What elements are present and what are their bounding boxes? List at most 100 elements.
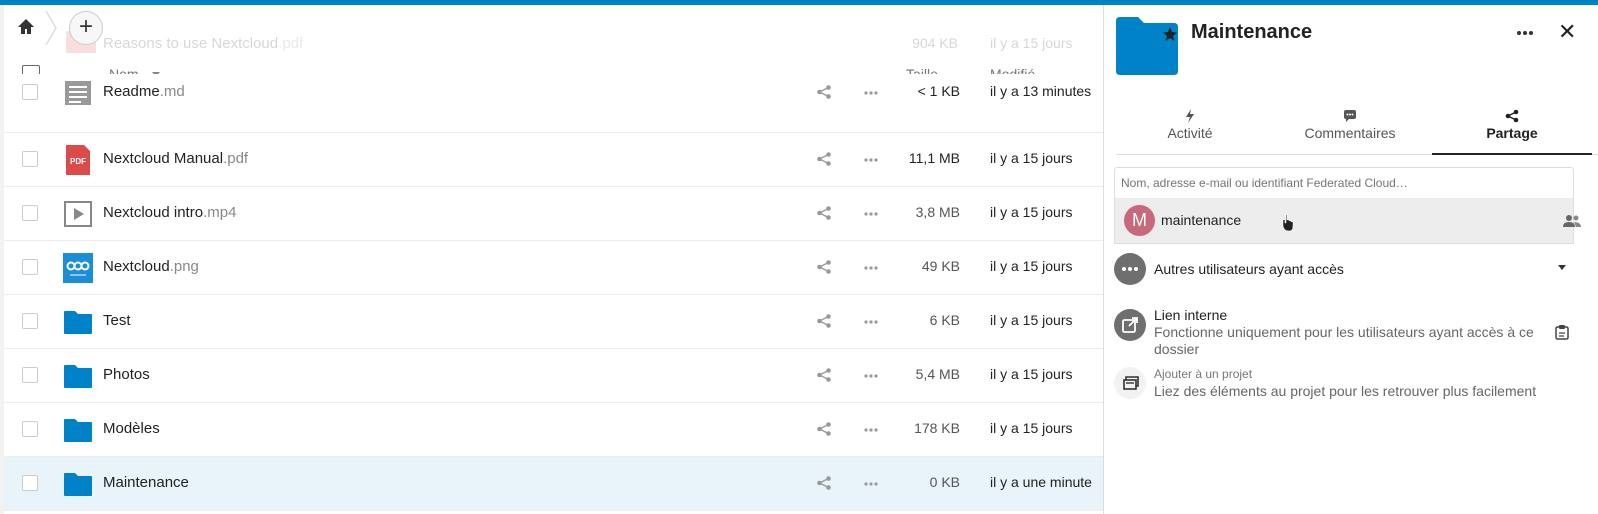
share-icon[interactable] — [816, 421, 832, 437]
svg-text:PDF: PDF — [70, 157, 86, 166]
suggestion-name: maintenance — [1161, 212, 1242, 228]
file-modified: il y a 15 jours — [990, 150, 1073, 166]
row-checkbox[interactable] — [22, 205, 38, 221]
tab-label: Commentaires — [1304, 125, 1396, 141]
project-title: Ajouter à un projet — [1154, 367, 1253, 381]
internal-link-title: Lien interne — [1154, 307, 1228, 323]
file-name[interactable]: Nextcloud intro.mp4 — [103, 204, 236, 221]
file-size: < 1 KB — [917, 83, 960, 99]
more-icon[interactable] — [862, 84, 880, 102]
tab-label: Partage — [1486, 125, 1538, 141]
file-name[interactable]: Nextcloud Manual.pdf — [103, 150, 248, 167]
more-icon — [1114, 253, 1146, 285]
table-row[interactable]: PDF Nextcloud Manual.pdf 11,1 MB il y a 15 … — [4, 133, 1103, 187]
chevron-down-icon[interactable] — [1558, 265, 1566, 270]
clipboard-icon[interactable] — [1554, 324, 1570, 340]
row-checkbox[interactable] — [22, 151, 38, 167]
file-basename: Nextcloud Manual — [103, 150, 224, 167]
pdf-icon: PDF — [63, 145, 93, 175]
file-size: 3,8 MB — [915, 204, 960, 220]
hand-cursor-icon — [1282, 214, 1294, 232]
breadcrumb-separator — [45, 11, 57, 45]
table-row[interactable]: Maintenance 0 KB il y a une minute — [4, 457, 1103, 511]
file-size: 178 KB — [914, 420, 960, 436]
sidebar-tabs: Activité Commentaires Partage — [1116, 105, 1598, 155]
file-basename: Photos — [103, 366, 150, 383]
row-checkbox[interactable] — [22, 84, 38, 100]
table-row[interactable]: Nextcloud.png 49 KB il y a 15 jours — [4, 241, 1103, 295]
other-users-access[interactable]: Autres utilisateurs ayant accès — [1114, 253, 1594, 285]
file-name[interactable]: Test — [103, 312, 131, 329]
folder-icon — [63, 307, 93, 337]
file-basename: Nextcloud — [103, 258, 170, 275]
home-icon[interactable] — [16, 17, 36, 37]
more-icon[interactable] — [862, 259, 880, 277]
share-icon[interactable] — [816, 151, 832, 167]
project-icon — [1114, 367, 1146, 399]
external-link-icon — [1114, 309, 1146, 341]
file-basename: Maintenance — [103, 474, 189, 491]
file-name[interactable]: Modèles — [103, 420, 160, 437]
file-basename: Nextcloud intro — [103, 204, 204, 221]
file-name[interactable]: Nextcloud.png — [103, 258, 199, 275]
more-icon[interactable] — [862, 313, 880, 331]
file-modified: il y a 15 jours — [990, 204, 1073, 220]
more-icon[interactable] — [862, 367, 880, 385]
row-checkbox[interactable] — [22, 475, 38, 491]
share-icon[interactable] — [816, 475, 832, 491]
share-suggestion[interactable]: M maintenance — [1114, 198, 1581, 244]
file-modified: il y a 15 jours — [990, 312, 1073, 328]
folder-icon — [63, 361, 93, 391]
file-modified: il y a une minute — [990, 474, 1092, 490]
text-file-icon — [63, 78, 93, 108]
share-icon[interactable] — [816, 367, 832, 383]
row-checkbox[interactable] — [22, 313, 38, 329]
share-search-input[interactable] — [1114, 167, 1574, 199]
folder-icon — [63, 469, 93, 499]
row-checkbox[interactable] — [22, 421, 38, 437]
table-row[interactable]: Photos 5,4 MB il y a 15 jours — [4, 349, 1103, 403]
sidebar-title: Maintenance — [1191, 21, 1313, 43]
more-icon[interactable] — [1514, 25, 1536, 41]
new-button[interactable]: + — [69, 11, 103, 45]
add-to-project[interactable]: Ajouter à un projet Liez des éléments au… — [1114, 367, 1594, 401]
file-name[interactable]: Photos — [103, 366, 150, 383]
file-basename: Readme — [103, 83, 160, 100]
file-size: 5,4 MB — [915, 366, 960, 382]
tab-label: Activité — [1167, 125, 1213, 141]
share-icon[interactable] — [816, 313, 832, 329]
tab-activity[interactable]: Activité — [1116, 105, 1264, 155]
file-name[interactable]: Readme.md — [103, 83, 185, 100]
file-name[interactable]: Maintenance — [103, 474, 189, 491]
table-row[interactable]: Readme.md < 1 KB il y a 13 minutes — [4, 74, 1103, 133]
share-icon[interactable] — [816, 259, 832, 275]
file-modified: il y a 15 jours — [990, 35, 1073, 51]
comment-icon — [1344, 110, 1356, 122]
image-icon — [63, 253, 93, 283]
more-icon[interactable] — [862, 475, 880, 493]
share-icon[interactable] — [816, 205, 832, 221]
folder-icon — [1116, 17, 1178, 75]
row-checkbox[interactable] — [22, 367, 38, 383]
file-ext: .md — [159, 83, 185, 100]
more-icon[interactable] — [862, 421, 880, 439]
file-modified: il y a 15 jours — [990, 366, 1073, 382]
details-sidebar: Maintenance ✕ Activité Commentaires Part… — [1103, 5, 1598, 514]
row-checkbox[interactable] — [22, 259, 38, 275]
share-icon[interactable] — [816, 84, 832, 100]
file-basename: Modèles — [103, 420, 160, 437]
file-size: 11,1 MB — [908, 150, 960, 166]
tab-comments[interactable]: Commentaires — [1276, 105, 1424, 155]
file-ext: .png — [169, 258, 199, 275]
close-icon[interactable]: ✕ — [1558, 19, 1576, 45]
activity-icon — [1186, 109, 1194, 123]
video-icon — [63, 199, 93, 229]
table-row[interactable]: Modèles 178 KB il y a 15 jours — [4, 403, 1103, 457]
file-modified: il y a 15 jours — [990, 420, 1073, 436]
table-row[interactable]: Test 6 KB il y a 15 jours — [4, 295, 1103, 349]
table-row[interactable]: Nextcloud intro.mp4 3,8 MB il y a 15 jours — [4, 187, 1103, 241]
tab-sharing[interactable]: Partage — [1432, 105, 1592, 155]
file-ext: .mp4 — [203, 204, 237, 221]
more-icon[interactable] — [862, 151, 880, 169]
more-icon[interactable] — [862, 205, 880, 223]
